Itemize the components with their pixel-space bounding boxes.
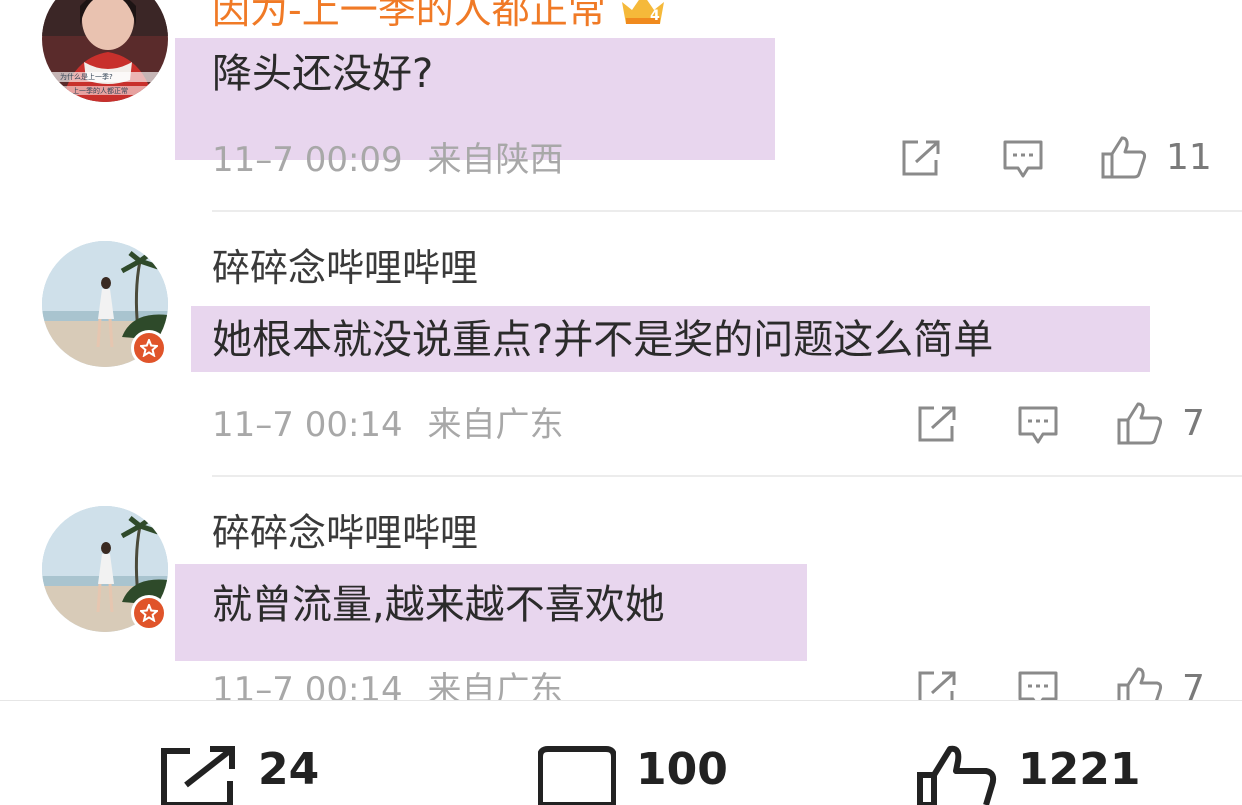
like-button[interactable]: 7 (1116, 400, 1205, 446)
username[interactable]: 碎碎念哔哩哔哩 (212, 242, 478, 294)
username-label: 因为-上一季的人都正常 (212, 0, 606, 32)
verified-badge-icon (131, 595, 167, 631)
comment-text[interactable]: 就曾流量,越来越不喜欢她 (212, 577, 665, 633)
like-count: 1221 (1018, 744, 1141, 795)
comment-count: 100 (636, 744, 728, 795)
svg-text:4: 4 (650, 8, 660, 24)
verified-badge-icon (131, 330, 167, 366)
like-icon (1117, 402, 1163, 445)
like-count: 11 (1166, 136, 1212, 178)
username[interactable]: 因为-上一季的人都正常 4 (212, 0, 666, 39)
like-count: 7 (1182, 402, 1205, 444)
repost-count: 24 (258, 744, 320, 795)
avatar-caption: 为什么是上一季? (60, 73, 113, 81)
comment-location: 来自广东 (427, 405, 564, 445)
reply-button[interactable] (1017, 404, 1059, 446)
comment-icon (1018, 406, 1058, 444)
comment-text[interactable]: 降头还没好? (212, 46, 433, 102)
comment-meta: 11–7 00:09 来自陕西 (212, 138, 564, 182)
like-icon (1101, 136, 1147, 179)
comment-location: 来自陕西 (427, 140, 564, 180)
divider (212, 475, 1242, 477)
share-icon (918, 406, 956, 442)
repost-button[interactable]: 24 (160, 745, 319, 805)
like-icon (917, 745, 997, 805)
share-icon (161, 746, 235, 805)
username[interactable]: 碎碎念哔哩哔哩 (212, 507, 478, 559)
share-icon (902, 140, 940, 176)
divider (212, 210, 1242, 212)
like-button[interactable]: 1221 (916, 745, 1140, 805)
comment-text[interactable]: 她根本就没说重点?并不是奖的问题这么简单 (212, 312, 993, 368)
comment-time: 11–7 00:09 (212, 140, 403, 180)
comment-time: 11–7 00:14 (212, 405, 403, 445)
share-button[interactable] (916, 404, 958, 444)
comment-icon (538, 746, 616, 805)
comment-meta: 11–7 00:14 来自广东 (212, 403, 564, 447)
share-button[interactable] (900, 138, 942, 178)
avatar-caption: 上一季的人都正常 (72, 87, 128, 95)
comment-icon (1003, 140, 1043, 178)
like-button[interactable]: 11 (1100, 134, 1212, 180)
avatar[interactable]: 为什么是上一季? 上一季的人都正常 (42, 0, 168, 102)
comment-button[interactable]: 100 (538, 745, 728, 805)
crown-icon: 4 (620, 0, 666, 39)
bottom-action-bar: 24 100 1221 (0, 700, 1242, 805)
reply-button[interactable] (1002, 138, 1044, 180)
